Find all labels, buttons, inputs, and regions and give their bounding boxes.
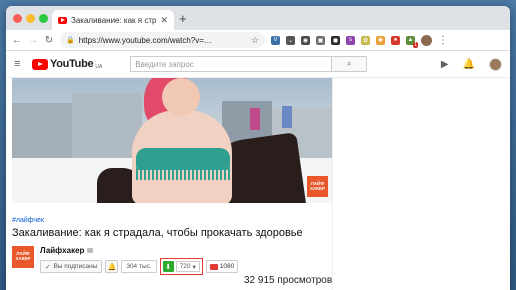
extension-globe-icon[interactable]: ◉ <box>301 35 310 45</box>
quality-value: 720 <box>179 263 191 270</box>
notifications-bell-icon[interactable]: 🔔 <box>463 59 475 70</box>
subscriber-count: 304 тыс. <box>121 260 157 273</box>
video-meta-row: ЛАЙФ ХАКЕР Лайфхакер ✓ Вы подписаны 🔔 30… <box>12 246 332 286</box>
frame-building <box>12 103 72 163</box>
frame-face <box>162 78 200 116</box>
frame-sign <box>250 108 260 130</box>
search-bar: ⌕ <box>130 56 368 72</box>
frame-bikini <box>136 148 230 170</box>
youtube-small-icon <box>209 263 218 270</box>
checkmark-icon: ✓ <box>45 263 51 271</box>
verified-badge-icon <box>87 248 94 253</box>
youtube-download-button[interactable]: 1080 <box>205 260 239 273</box>
browser-menu-icon[interactable]: ⋮ <box>438 35 448 46</box>
youtube-logo[interactable]: YouTube UA <box>32 58 102 70</box>
new-tab-button[interactable]: + <box>179 11 187 26</box>
video-hashtag[interactable]: #лайфчек <box>12 217 332 224</box>
search-icon: ⌕ <box>347 59 352 68</box>
extensions-bar: V ⌄ ◉ ▣ ◼ s ✿ ✺ ● ▲ 1 ⋮ <box>271 34 448 48</box>
lock-icon: 🔒 <box>66 37 75 44</box>
region-code: UA <box>95 64 103 70</box>
youtube-logo-text: YouTube <box>50 58 94 70</box>
extension-dark-icon[interactable]: ◼ <box>331 35 340 45</box>
extension-s-icon[interactable]: s <box>346 35 355 45</box>
channel-avatar[interactable]: ЛАЙФ ХАКЕР <box>12 246 34 268</box>
watch-page: ЛАЙФ ХАКЕР #лайфчек Закаливание: как я с… <box>6 78 510 290</box>
subscribed-label: Вы подписаны <box>53 263 98 270</box>
youtube-favicon-icon <box>58 16 67 24</box>
search-input[interactable] <box>130 56 332 72</box>
extension-screenshot-icon[interactable]: ▣ <box>316 35 325 45</box>
download-button[interactable]: ⬇ <box>162 261 174 272</box>
download-arrow-icon: ⬇ <box>165 263 172 271</box>
frame-sign <box>282 106 292 128</box>
download-helper-highlight: ⬇ 720 ▾ <box>159 258 203 275</box>
channel-name-row: Лайфхакер <box>40 246 238 255</box>
tab-close-icon[interactable]: ✕ <box>160 15 168 26</box>
browser-window: Закаливание: как я страдал ✕ + ← → ↻ 🔒 h… <box>6 6 510 290</box>
upload-video-icon[interactable]: ▶︎ <box>441 59 449 70</box>
chevron-down-icon: ▾ <box>192 263 196 271</box>
primary-column: ЛАЙФ ХАКЕР #лайфчек Закаливание: как я с… <box>6 78 332 290</box>
extension-v-icon[interactable]: V <box>271 35 280 45</box>
close-window-button[interactable] <box>13 14 22 23</box>
url-text: https://www.youtube.com/watch?v=… <box>78 35 212 45</box>
user-avatar[interactable] <box>489 57 502 71</box>
reload-icon[interactable]: ↻ <box>44 35 54 46</box>
youtube-header: ≡ YouTube UA ⌕ ▶︎ 🔔 <box>6 51 510 78</box>
extension-pocket-icon[interactable]: ⌄ <box>286 35 295 45</box>
channel-info: Лайфхакер ✓ Вы подписаны 🔔 304 тыс. ⬇ 72… <box>40 246 239 275</box>
maximize-window-button[interactable] <box>39 14 48 23</box>
back-arrow-icon[interactable]: ← <box>12 35 22 46</box>
minimize-window-button[interactable] <box>26 14 35 23</box>
bookmark-star-icon[interactable]: ☆ <box>251 35 259 46</box>
tab-youtube[interactable]: Закаливание: как я страдал ✕ <box>52 10 174 30</box>
extension-badge: 1 <box>413 41 418 48</box>
browser-toolbar: ← → ↻ 🔒 https://www.youtube.com/watch?v=… <box>6 30 510 51</box>
notification-bell-button[interactable]: 🔔 <box>105 260 119 273</box>
video-title: Закаливание: как я страдала, чтобы прока… <box>12 227 303 239</box>
tab-strip: Закаливание: как я страдал ✕ + <box>6 6 510 30</box>
video-player[interactable]: ЛАЙФ ХАКЕР <box>12 78 332 203</box>
tab-title: Закаливание: как я страдал <box>71 15 157 25</box>
header-actions: ▶︎ 🔔 <box>441 57 502 71</box>
forward-arrow-icon[interactable]: → <box>28 35 38 46</box>
extension-badge-icon[interactable]: ▲ 1 <box>406 35 418 48</box>
search-button[interactable]: ⌕ <box>331 56 368 72</box>
youtube-download-count: 1080 <box>219 263 235 270</box>
quality-select[interactable]: 720 ▾ <box>175 261 200 272</box>
address-bar[interactable]: 🔒 https://www.youtube.com/watch?v=… ☆ <box>60 32 265 48</box>
avatar-line-2: ХАКЕР <box>15 256 31 261</box>
view-count: 32 915 просмотров <box>244 275 333 286</box>
hamburger-menu-icon[interactable]: ≡ <box>14 58 24 70</box>
extension-gear-icon[interactable]: ✿ <box>361 35 370 45</box>
youtube-play-logo-icon <box>32 58 48 70</box>
channel-name[interactable]: Лайфхакер <box>40 246 84 255</box>
profile-avatar[interactable] <box>421 34 432 46</box>
subscribed-button[interactable]: ✓ Вы подписаны <box>40 260 103 273</box>
subscription-row: ✓ Вы подписаны 🔔 304 тыс. ⬇ 720 ▾ 1080 <box>40 258 239 275</box>
extension-red-icon[interactable]: ● <box>391 35 400 45</box>
frame-fringe <box>136 168 230 180</box>
watermark-line-2: ХАКЕР <box>309 185 325 191</box>
channel-watermark[interactable]: ЛАЙФ ХАКЕР <box>307 176 328 197</box>
extension-sun-icon[interactable]: ✺ <box>376 35 385 45</box>
secondary-column <box>332 78 510 290</box>
bell-icon: 🔔 <box>107 263 117 271</box>
